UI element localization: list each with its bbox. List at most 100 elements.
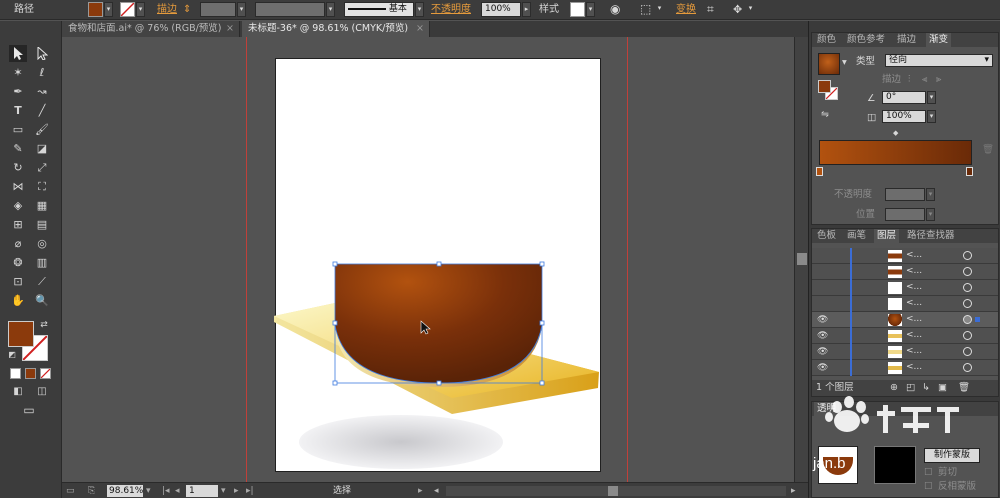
stop-location-dropdown[interactable]: ▾: [926, 208, 935, 221]
eye-icon[interactable]: 👁: [817, 330, 831, 342]
transform-label[interactable]: 变换: [676, 2, 696, 17]
stroke-along-icon[interactable]: ⫷: [922, 73, 927, 86]
draw-mode-icon[interactable]: ◧: [9, 383, 27, 400]
gradient-dropdown[interactable]: ▾: [842, 56, 847, 69]
tab-food-document[interactable]: 食物和店面.ai* @ 76% (RGB/预览) ×: [62, 21, 240, 37]
arrange-dropdown[interactable]: ▾: [746, 2, 755, 17]
rectangle-tool-icon[interactable]: ▭: [9, 121, 27, 138]
color-mode-icon[interactable]: [10, 368, 21, 379]
stroke-within-icon[interactable]: ⫶: [908, 73, 910, 86]
first-artboard-icon[interactable]: |◂: [162, 485, 170, 497]
tab-stroke[interactable]: 描边: [894, 33, 919, 47]
width-tool-icon[interactable]: ⋈: [9, 178, 27, 195]
zoom-field[interactable]: 98.61%: [107, 485, 143, 497]
artboard-tool-icon[interactable]: ⊡: [9, 273, 27, 290]
zoom-tool-icon[interactable]: 🔍: [33, 292, 51, 309]
lasso-tool-icon[interactable]: ℓ: [33, 64, 51, 81]
stop-opacity-field[interactable]: [885, 188, 925, 201]
angle-dropdown[interactable]: ▾: [927, 91, 936, 104]
opacity-dropdown[interactable]: ▸: [522, 2, 531, 17]
next-artboard-icon[interactable]: ▸: [234, 485, 239, 497]
page-field[interactable]: 1: [186, 485, 218, 497]
stroke-weight-field[interactable]: [200, 2, 236, 17]
target-icon[interactable]: [963, 331, 972, 340]
stroke-weight-dropdown[interactable]: ▾: [237, 2, 246, 17]
target-icon[interactable]: [963, 363, 972, 372]
vertical-scrollbar[interactable]: [794, 37, 808, 482]
stroke-label[interactable]: 描边: [157, 2, 177, 17]
gradient-fill-swatch[interactable]: [818, 80, 831, 93]
graphic-style-swatch[interactable]: [570, 2, 585, 17]
symbol-sprayer-tool-icon[interactable]: ❂: [9, 254, 27, 271]
perspective-grid-tool-icon[interactable]: ▦: [33, 197, 51, 214]
bowl-body[interactable]: [335, 264, 542, 383]
gradient-stop-right[interactable]: [966, 167, 973, 176]
free-transform-tool-icon[interactable]: ⛶: [33, 178, 51, 195]
horizontal-scrollbar[interactable]: [446, 486, 786, 496]
aspect-ratio-dropdown[interactable]: ▾: [927, 110, 936, 123]
scrollbar-thumb[interactable]: [608, 486, 618, 496]
curvature-tool-icon[interactable]: ↝: [33, 83, 51, 100]
stroke-none-swatch[interactable]: [120, 2, 135, 17]
prev-artboard-icon[interactable]: ◂: [175, 485, 180, 497]
rotate-tool-icon[interactable]: ↻: [9, 159, 27, 176]
midpoint-diamond-icon[interactable]: ◆: [893, 127, 898, 140]
layer-row[interactable]: 👁 <...: [812, 328, 998, 344]
arrange-icon[interactable]: ✥: [733, 2, 742, 17]
handle-bottom-right[interactable]: [539, 380, 545, 386]
eraser-tool-icon[interactable]: ◪: [33, 140, 51, 157]
magic-wand-tool-icon[interactable]: ✶: [9, 64, 27, 81]
recolor-artwork-icon[interactable]: ◉: [610, 2, 620, 17]
angle-field[interactable]: 0°: [882, 91, 926, 104]
align-icon[interactable]: ⬚: [640, 2, 651, 17]
stop-location-field[interactable]: [885, 208, 925, 221]
mesh-tool-icon[interactable]: ⊞: [9, 216, 27, 233]
graphic-style-dropdown[interactable]: ▾: [586, 2, 595, 17]
stroke-weight-stepper-icon[interactable]: ⇕: [183, 2, 191, 17]
close-icon[interactable]: ×: [416, 21, 424, 37]
handle-top-right[interactable]: [539, 261, 545, 267]
pencil-tool-icon[interactable]: ✎: [9, 140, 27, 157]
variable-width-dropdown[interactable]: ▾: [326, 2, 335, 17]
opacity-label[interactable]: 不透明度: [431, 2, 471, 17]
handle-bottom-left[interactable]: [332, 380, 338, 386]
page-dropdown[interactable]: ▾: [221, 485, 226, 497]
artboard-nav-icon[interactable]: ▭: [66, 485, 75, 497]
handle-bottom-center[interactable]: [436, 380, 442, 386]
tab-layers[interactable]: 图层: [874, 229, 900, 243]
brush-style-field[interactable]: 基本: [344, 2, 414, 17]
zoom-dropdown[interactable]: ▾: [146, 485, 151, 497]
direct-selection-tool-icon[interactable]: [33, 45, 51, 62]
eye-icon[interactable]: 👁: [817, 314, 831, 326]
align-dropdown[interactable]: ▾: [655, 2, 664, 17]
column-graph-tool-icon[interactable]: ▥: [33, 254, 51, 271]
gradient-stop-left[interactable]: [816, 167, 823, 176]
fill-color-swatch[interactable]: [88, 2, 103, 17]
target-icon[interactable]: [963, 267, 972, 276]
pen-tool-icon[interactable]: ✒: [9, 83, 27, 100]
layer-row[interactable]: 👁 <...: [812, 312, 998, 328]
tab-untitled-36[interactable]: 未标题-36* @ 98.61% (CMYK/预览) ×: [242, 21, 430, 37]
hand-tool-icon[interactable]: ✋: [9, 292, 27, 309]
type-tool-icon[interactable]: T: [9, 102, 27, 119]
scroll-right-icon[interactable]: ▸: [791, 485, 796, 497]
tab-pathfinder[interactable]: 路径查找器: [904, 229, 958, 243]
clip-checkbox-icon[interactable]: ☐: [924, 466, 933, 479]
tab-swatches[interactable]: 色板: [814, 229, 839, 243]
gradient-mode-icon[interactable]: [25, 368, 36, 379]
stroke-across-icon[interactable]: ⫸: [936, 73, 941, 86]
target-icon[interactable]: [963, 283, 972, 292]
selection-indicator[interactable]: [975, 317, 980, 322]
tab-brushes[interactable]: 画笔: [844, 229, 869, 243]
stroke-dropdown[interactable]: ▾: [136, 2, 145, 17]
brush-style-dropdown[interactable]: ▾: [415, 2, 424, 17]
target-icon[interactable]: [963, 299, 972, 308]
tab-color-guide[interactable]: 颜色参考: [844, 33, 888, 47]
artwork-layer[interactable]: [62, 37, 794, 482]
gradient-tool-icon[interactable]: ▤: [33, 216, 51, 233]
layer-row[interactable]: <...: [812, 296, 998, 312]
screen-mode-icon[interactable]: ▭: [20, 402, 38, 419]
invert-mask-checkbox-icon[interactable]: ☐: [924, 480, 933, 493]
isolate-icon[interactable]: ⌗: [707, 2, 714, 17]
variable-width-field[interactable]: [255, 2, 325, 17]
